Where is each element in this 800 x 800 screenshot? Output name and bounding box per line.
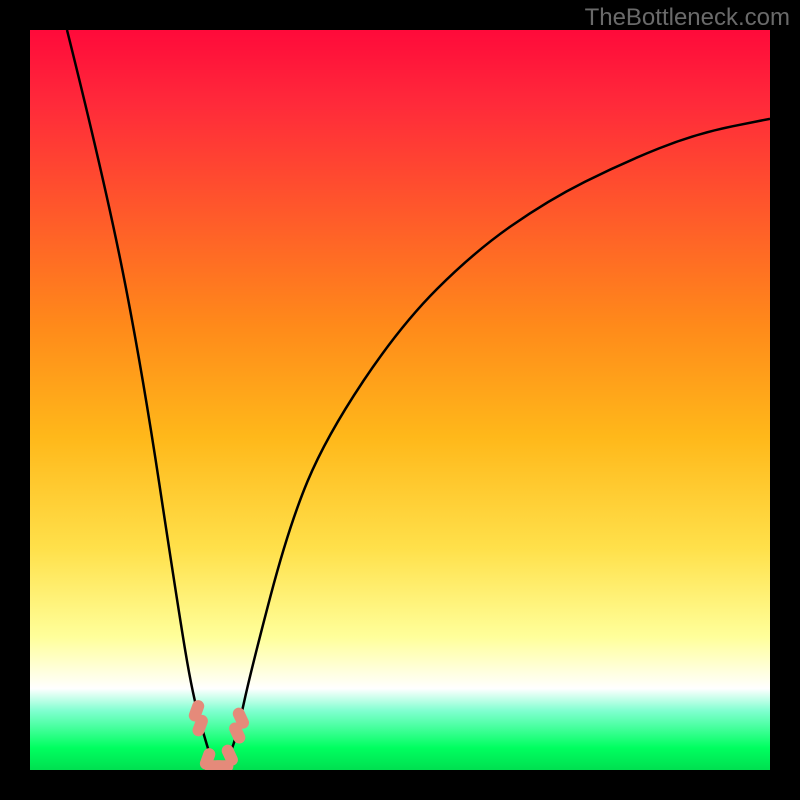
- curve-markers: [187, 698, 251, 770]
- watermark-text: TheBottleneck.com: [585, 4, 790, 32]
- bottleneck-curve: [67, 30, 770, 770]
- curve-path: [67, 30, 770, 770]
- chart-svg: [30, 30, 770, 770]
